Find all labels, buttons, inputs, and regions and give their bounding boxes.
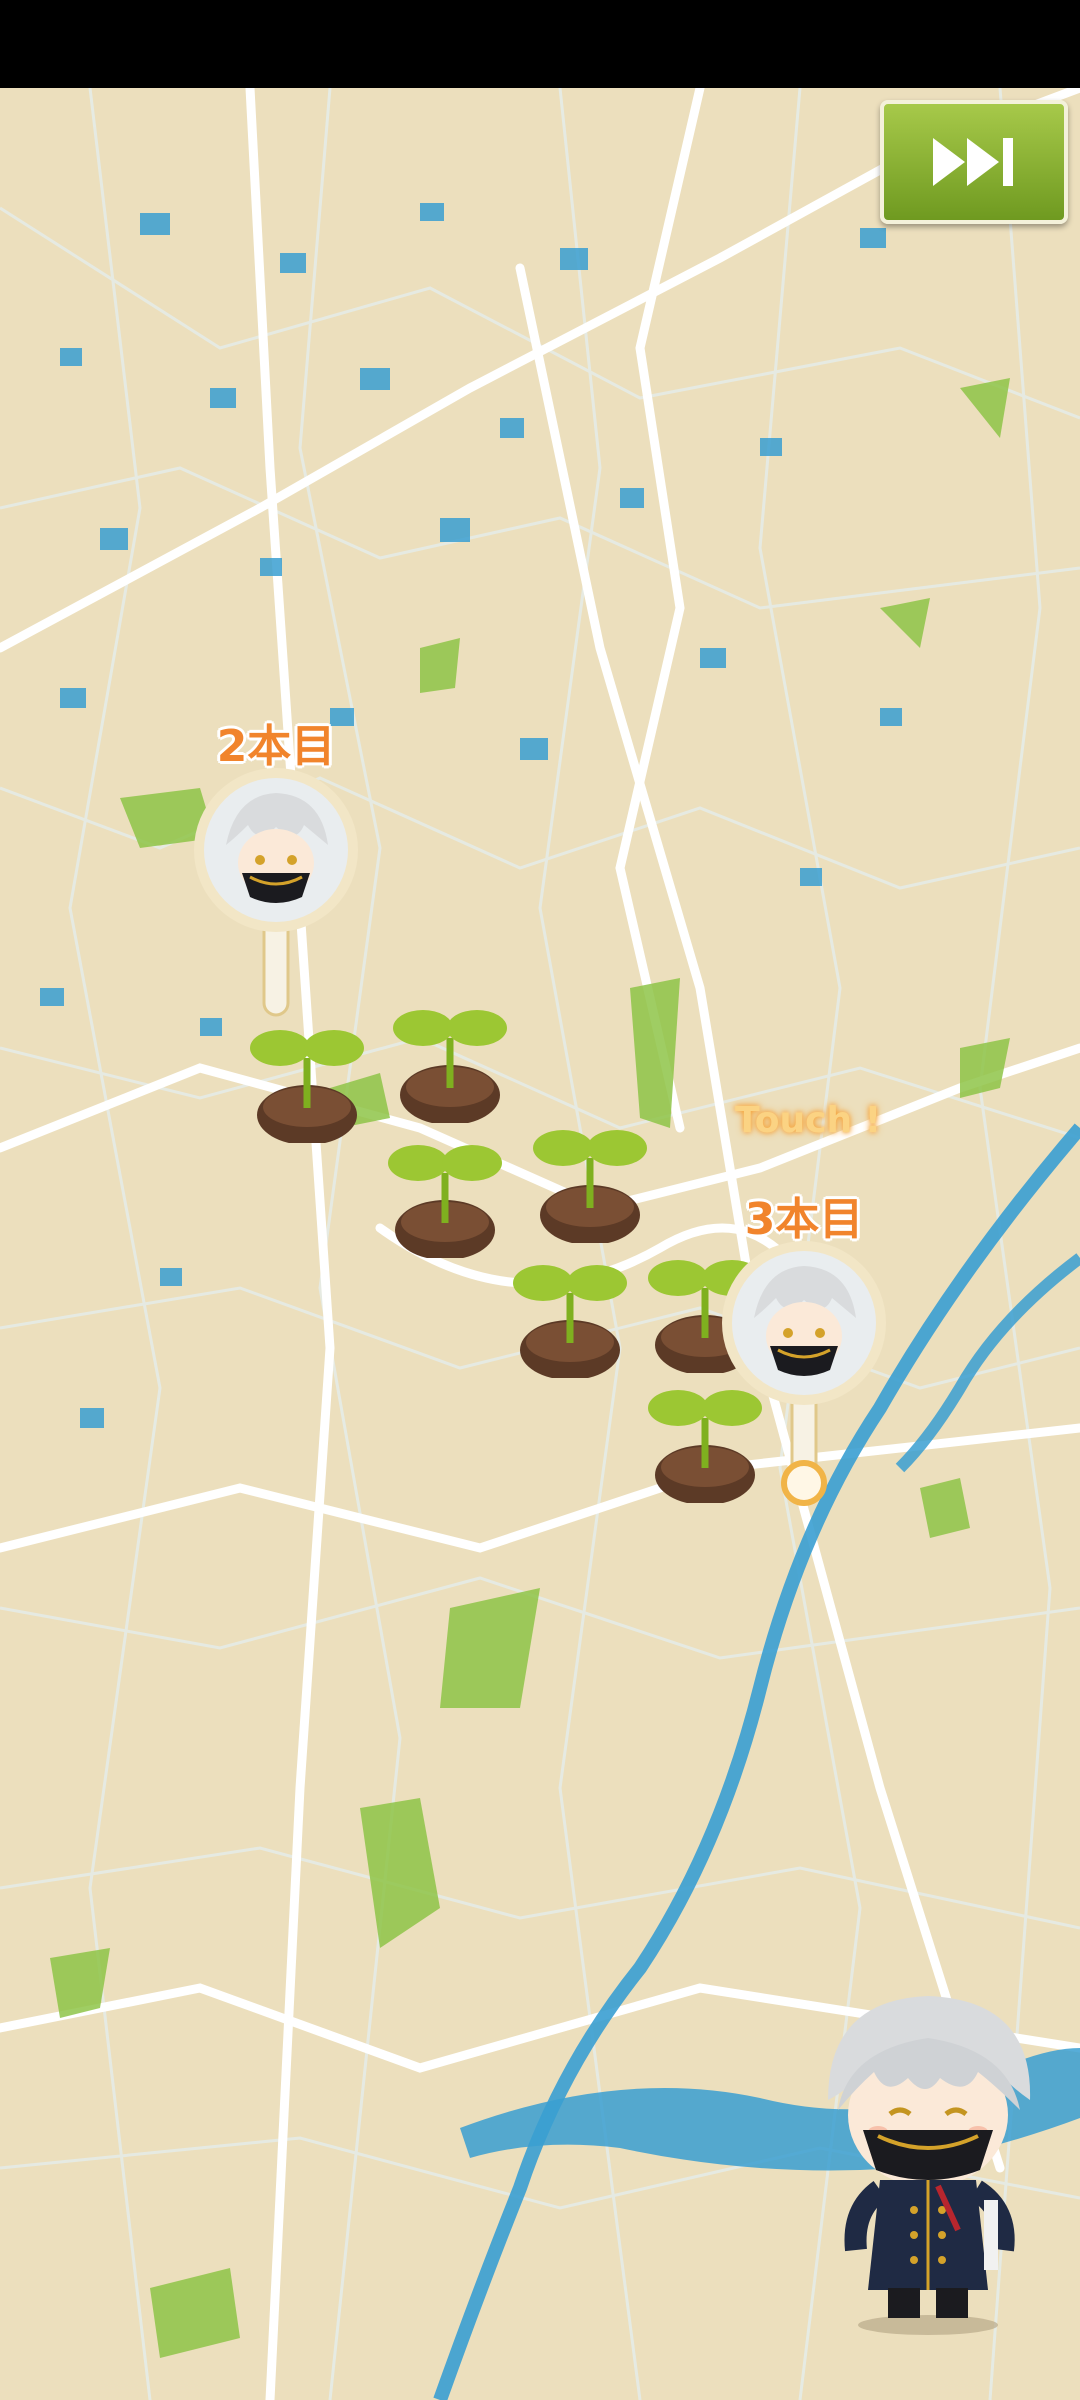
touch-hint: Touch ! xyxy=(734,1100,882,1141)
map-pin-3[interactable]: 3本目 xyxy=(714,1173,894,1506)
sprout-icon xyxy=(533,1130,647,1243)
fast-forward-skip-icon xyxy=(933,138,1013,186)
sprout-icon xyxy=(388,1145,502,1258)
character-portrait-icon xyxy=(722,1241,886,1506)
status-bar xyxy=(0,0,1080,88)
sprout-icon xyxy=(393,1010,507,1123)
chibi-character-icon[interactable] xyxy=(808,1990,1048,2340)
map-pin-2[interactable]: 2本目 xyxy=(186,700,366,1017)
skip-button[interactable] xyxy=(880,100,1068,224)
character-portrait-icon xyxy=(194,768,358,1017)
sprout-icon xyxy=(513,1265,627,1378)
